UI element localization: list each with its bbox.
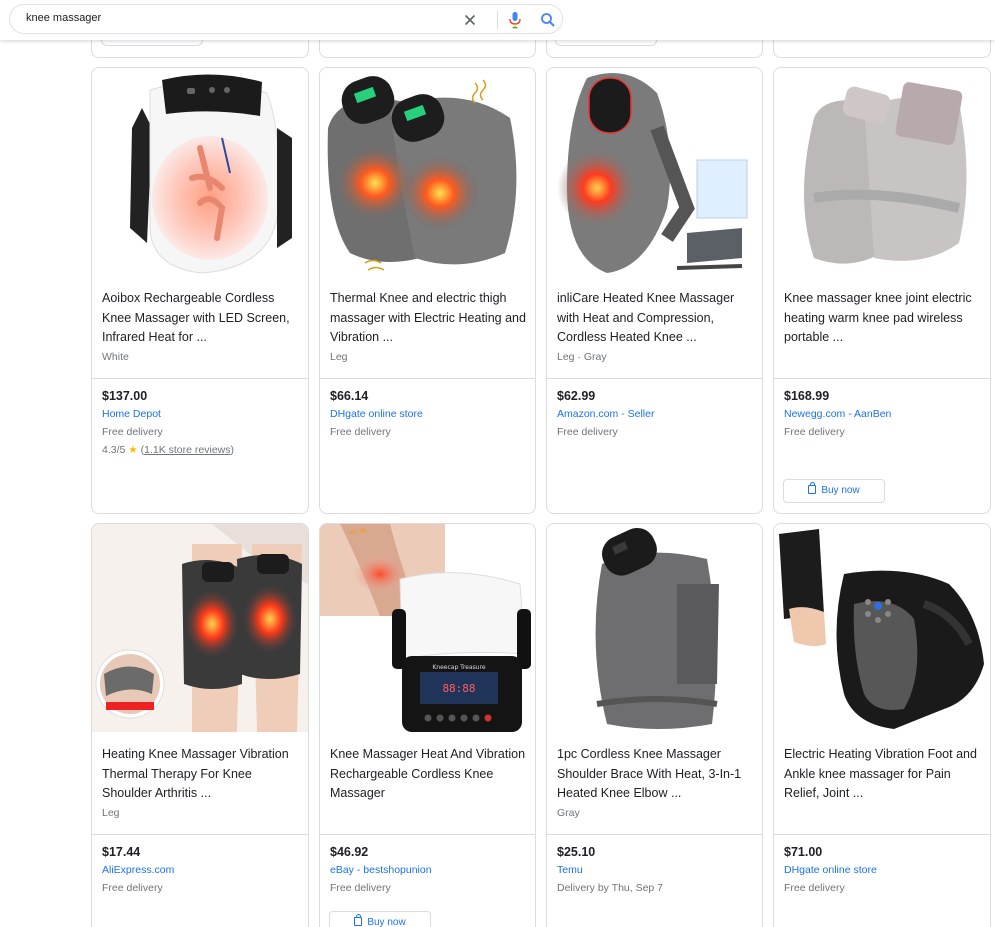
product-price: $17.44	[102, 845, 141, 859]
product-price: $71.00	[784, 845, 823, 859]
card-divider	[320, 834, 535, 835]
delivery-info: Free delivery	[557, 426, 618, 438]
card-divider	[320, 378, 535, 379]
card-divider	[547, 834, 762, 835]
clear-icon[interactable]	[462, 12, 478, 28]
product-image[interactable]: 88:88 Kneecap Treasure	[320, 524, 535, 732]
buy-now-button[interactable]: Buy now	[783, 479, 885, 503]
rating-value: 4.3/5	[102, 444, 126, 456]
card-divider	[92, 834, 308, 835]
store-link[interactable]: AliExpress.com	[102, 864, 174, 876]
product-card[interactable]: Thermal Knee and electric thigh massager…	[319, 67, 536, 514]
store-link[interactable]: Newegg.com - AanBen	[784, 408, 891, 420]
shopping-bag-icon	[354, 914, 363, 926]
search-input[interactable]: knee massager	[26, 12, 101, 24]
product-title[interactable]: 1pc Cordless Knee Massager Shoulder Brac…	[557, 745, 757, 804]
product-variant: Leg	[330, 351, 348, 363]
delivery-info: Free delivery	[784, 426, 845, 438]
product-image[interactable]	[92, 524, 308, 732]
product-image[interactable]	[320, 68, 535, 276]
product-card[interactable]: Knee massager knee joint electric heatin…	[773, 67, 991, 514]
store-reviews-link[interactable]: 1.1K store reviews	[144, 444, 230, 456]
product-title[interactable]: Aoibox Rechargeable Cordless Knee Massag…	[102, 289, 302, 348]
product-card[interactable]: Heating Knee Massager Vibration Thermal …	[91, 523, 309, 927]
product-card[interactable]: Aoibox Rechargeable Cordless Knee Massag…	[91, 67, 309, 514]
product-image[interactable]	[92, 68, 308, 276]
buy-now-button[interactable]: Buy now	[329, 911, 431, 927]
kneecap-brand-text: Kneecap Treasure	[432, 664, 486, 671]
product-variant: Leg	[102, 807, 120, 819]
search-box[interactable]: knee massager	[9, 4, 563, 34]
product-price: $25.10	[557, 845, 596, 859]
product-image[interactable]	[774, 524, 990, 732]
product-price: $168.99	[784, 389, 830, 403]
product-title[interactable]: Heating Knee Massager Vibration Thermal …	[102, 745, 302, 804]
product-title[interactable]: Knee massager knee joint electric heatin…	[784, 289, 984, 348]
product-title[interactable]: Knee Massager Heat And Vibration Recharg…	[330, 745, 530, 804]
star-icon: ★	[128, 444, 138, 456]
delivery-info: Free delivery	[330, 882, 391, 894]
product-card[interactable]: Electric Heating Vibration Foot and Ankl…	[773, 523, 991, 927]
kneecap-display-text: 88:88	[442, 682, 475, 695]
store-link[interactable]: Home Depot	[102, 408, 161, 420]
search-icon[interactable]	[539, 11, 557, 29]
product-price: $46.92	[330, 845, 369, 859]
product-image[interactable]	[547, 524, 762, 732]
product-price: $66.14	[330, 389, 369, 403]
buy-now-label: Buy now	[821, 485, 860, 496]
card-divider	[774, 834, 990, 835]
delivery-info: Free delivery	[102, 882, 163, 894]
product-title[interactable]: Electric Heating Vibration Foot and Ankl…	[784, 745, 984, 804]
product-card[interactable]: 88:88 Kneecap Treasure Knee Massager Hea…	[319, 523, 536, 927]
product-variant: Leg · Gray	[557, 351, 607, 363]
rating-paren-close: )	[230, 444, 235, 456]
product-title[interactable]: Thermal Knee and electric thigh massager…	[330, 289, 530, 348]
delivery-info: Delivery by Thu, Sep 7	[557, 882, 664, 894]
product-variant: White	[102, 351, 129, 363]
product-card[interactable]: 1pc Cordless Knee Massager Shoulder Brac…	[546, 523, 763, 927]
card-divider	[774, 378, 990, 379]
product-image[interactable]	[774, 68, 990, 276]
shopping-bag-icon	[808, 482, 817, 494]
top-header: knee massager	[0, 0, 995, 40]
store-rating: 4.3/5 ★ (1.1K store reviews)	[102, 444, 234, 456]
buy-now-label: Buy now	[367, 917, 406, 927]
store-link[interactable]: Temu	[557, 864, 583, 876]
product-image[interactable]	[547, 68, 762, 276]
delivery-info: Free delivery	[330, 426, 391, 438]
product-price: $62.99	[557, 389, 596, 403]
store-link[interactable]: DHgate online store	[784, 864, 877, 876]
card-divider	[92, 378, 308, 379]
store-link[interactable]: Amazon.com - Seller	[557, 408, 654, 420]
store-link[interactable]: eBay - bestshopunion	[330, 864, 432, 876]
delivery-info: Free delivery	[102, 426, 163, 438]
product-variant: Gray	[557, 807, 580, 819]
card-divider	[547, 378, 762, 379]
product-title[interactable]: inliCare Heated Knee Massager with Heat …	[557, 289, 757, 348]
product-price: $137.00	[102, 389, 148, 403]
microphone-icon[interactable]	[507, 11, 523, 29]
delivery-info: Free delivery	[784, 882, 845, 894]
product-card[interactable]: inliCare Heated Knee Massager with Heat …	[546, 67, 763, 514]
search-divider	[497, 11, 498, 29]
store-link[interactable]: DHgate online store	[330, 408, 423, 420]
